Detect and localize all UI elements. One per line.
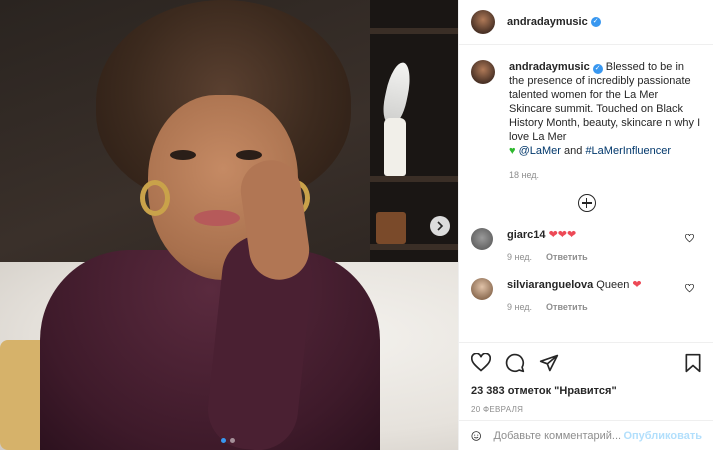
comment-username[interactable]: silviaranguelova	[507, 279, 593, 291]
likes-count[interactable]: 23 383 отметок "Нравится"	[471, 385, 702, 397]
comment-item: giarc14 ❤❤❤ 9 нед. Ответить	[459, 228, 713, 264]
share-icon[interactable]	[539, 353, 559, 373]
comment-time[interactable]: 9 нед.	[507, 300, 532, 314]
reply-button[interactable]: Ответить	[546, 250, 588, 264]
carousel-dot-2	[230, 438, 235, 443]
emoji-icon[interactable]	[471, 427, 481, 445]
chevron-right-icon	[437, 221, 444, 231]
hashtag-link[interactable]: #LaMerInfluencer	[585, 145, 671, 157]
carousel-indicator	[221, 438, 235, 443]
verified-badge-icon: ✓	[592, 64, 603, 74]
vase-decor	[384, 118, 406, 176]
heart-icon[interactable]	[685, 284, 694, 293]
caption-time[interactable]: 18 нед.	[509, 168, 539, 182]
caption: andradaymusic ✓ Blessed to be in the pres…	[459, 60, 713, 182]
add-comment-bar: Опубликовать	[459, 420, 713, 450]
mention-link[interactable]: @LaMer	[519, 145, 561, 157]
comment-text: ❤❤❤	[548, 229, 577, 241]
caption-and: and	[564, 145, 583, 157]
comment-avatar[interactable]	[471, 228, 493, 250]
left-earring	[140, 180, 170, 216]
verified-badge-icon: ✓	[590, 17, 601, 27]
comment-avatar[interactable]	[471, 278, 493, 300]
caption-avatar[interactable]	[471, 60, 495, 84]
caption-username[interactable]: andradaymusic	[509, 61, 590, 73]
comment-text: Queen	[596, 279, 630, 291]
post-header: andradaymusic ✓	[459, 0, 713, 45]
post-photo[interactable]	[0, 0, 458, 450]
comment-time[interactable]: 9 нед.	[507, 250, 532, 264]
heart-icon[interactable]	[471, 353, 491, 373]
right-eye	[236, 150, 262, 160]
comment-icon[interactable]	[505, 353, 525, 373]
lips	[194, 210, 240, 226]
heart-emoji: ❤	[632, 279, 642, 291]
left-eye	[170, 150, 196, 160]
avatar[interactable]	[471, 10, 495, 34]
heart-icon[interactable]	[685, 234, 694, 243]
post-date[interactable]: 20 ФЕВРАЛЯ	[471, 405, 702, 414]
bookmark-icon[interactable]	[684, 353, 702, 373]
comment-username[interactable]: giarc14	[507, 229, 546, 241]
comments-area: andradaymusic ✓ Blessed to be in the pres…	[459, 60, 713, 314]
post-actions: 23 383 отметок "Нравится" 20 ФЕВРАЛЯ	[459, 342, 713, 414]
comment-item: silviaranguelova Queen ❤ 9 нед. Ответить	[459, 278, 713, 314]
caption-text: Blessed to be in the presence of incredi…	[509, 61, 701, 143]
plus-icon[interactable]	[577, 194, 596, 212]
carousel-dot-1	[221, 438, 226, 443]
comment-input[interactable]	[493, 429, 624, 442]
publish-button[interactable]: Опубликовать	[623, 430, 702, 442]
carousel-next-button[interactable]	[430, 216, 450, 236]
reply-button[interactable]: Ответить	[546, 300, 588, 314]
header-username[interactable]: andradaymusic	[507, 16, 588, 28]
candle-decor	[376, 212, 406, 244]
green-heart-emoji: ♥	[509, 145, 516, 157]
post-sidebar: andradaymusic ✓ andradaymusic ✓ Blessed t…	[458, 0, 713, 450]
load-more-comments[interactable]	[459, 194, 713, 212]
